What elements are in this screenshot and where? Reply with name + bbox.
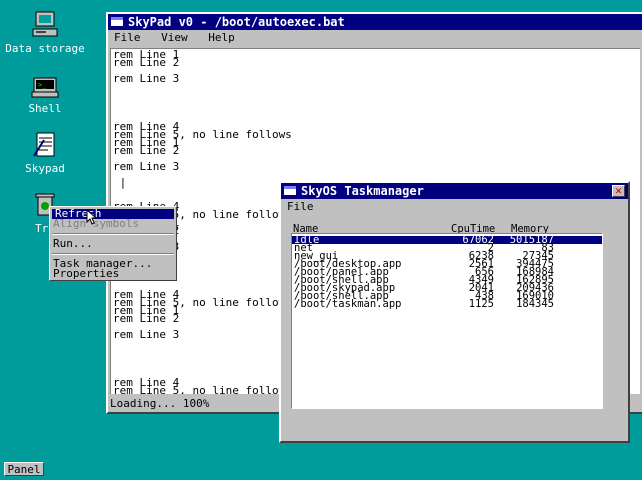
menu-item-run[interactable]: Run... bbox=[50, 238, 176, 249]
taskmanager-menubar: File bbox=[281, 199, 628, 215]
process-list-header: Name CpuTime Memory bbox=[293, 223, 593, 235]
menu-separator bbox=[52, 253, 174, 255]
process-memory: 184345 bbox=[516, 298, 554, 310]
process-panel: Name CpuTime Memory Idle 67062 5015187 n… bbox=[289, 217, 603, 409]
notepad-icon bbox=[33, 132, 55, 157]
desktop-icon-label: Shell bbox=[28, 102, 62, 115]
taskmanager-title: SkyOS Taskmanager bbox=[301, 184, 424, 198]
process-row[interactable]: Idle 67062 5015187 bbox=[292, 235, 602, 245]
skypad-titlebar[interactable]: SkyPad v0 - /boot/autoexec.bat bbox=[108, 14, 642, 30]
taskbar: Panel bbox=[0, 460, 642, 480]
menu-view[interactable]: View bbox=[161, 31, 188, 44]
menu-separator bbox=[52, 233, 174, 235]
panel-button[interactable]: Panel bbox=[4, 462, 44, 476]
skypad-statusbar: Loading... 100% bbox=[110, 397, 210, 410]
menu-item-align-symbols: Align symbols bbox=[53, 217, 140, 230]
taskmanager-titlebar[interactable]: SkyOS Taskmanager ✕ bbox=[281, 183, 628, 199]
desktop-icon-label: Skypad bbox=[25, 162, 65, 175]
process-list[interactable]: Idle 67062 5015187 net 2 83 new_gui 6238… bbox=[291, 233, 603, 409]
window-menu-icon[interactable] bbox=[111, 17, 123, 26]
desktop-icon-skypad[interactable]: Skypad bbox=[5, 130, 85, 175]
taskmanager-window[interactable]: SkyOS Taskmanager ✕ File Name CpuTime Me… bbox=[279, 181, 630, 443]
close-icon[interactable]: ✕ bbox=[612, 185, 625, 197]
svg-text:>_: >_ bbox=[38, 81, 47, 89]
process-cputime: 1125 bbox=[468, 298, 494, 310]
process-row[interactable]: net 2 83 bbox=[292, 243, 602, 254]
computer-icon bbox=[32, 11, 58, 37]
process-row[interactable]: /boot/taskman.app 1125 184345 bbox=[292, 298, 602, 310]
shell-icon: >_ bbox=[31, 77, 59, 98]
process-name: /boot/taskman.app bbox=[294, 298, 402, 310]
desktop-icon-data-storage[interactable]: Data storage bbox=[5, 10, 85, 55]
desktop-icon-label: Data storage bbox=[5, 42, 85, 55]
menu-file[interactable]: File bbox=[114, 31, 141, 44]
mouse-pointer-icon bbox=[86, 209, 96, 225]
skypad-menubar: File View Help bbox=[108, 30, 642, 46]
window-menu-icon[interactable] bbox=[284, 186, 296, 195]
menu-file[interactable]: File bbox=[287, 200, 314, 213]
menu-item-properties[interactable]: Properties bbox=[50, 268, 176, 279]
menu-help[interactable]: Help bbox=[208, 31, 235, 44]
skypad-title: SkyPad v0 - /boot/autoexec.bat bbox=[128, 15, 345, 29]
desktop-context-menu: Refresh Align symbols Run... Task manage… bbox=[49, 206, 177, 281]
desktop-icon-shell[interactable]: >_ Shell bbox=[5, 70, 85, 115]
